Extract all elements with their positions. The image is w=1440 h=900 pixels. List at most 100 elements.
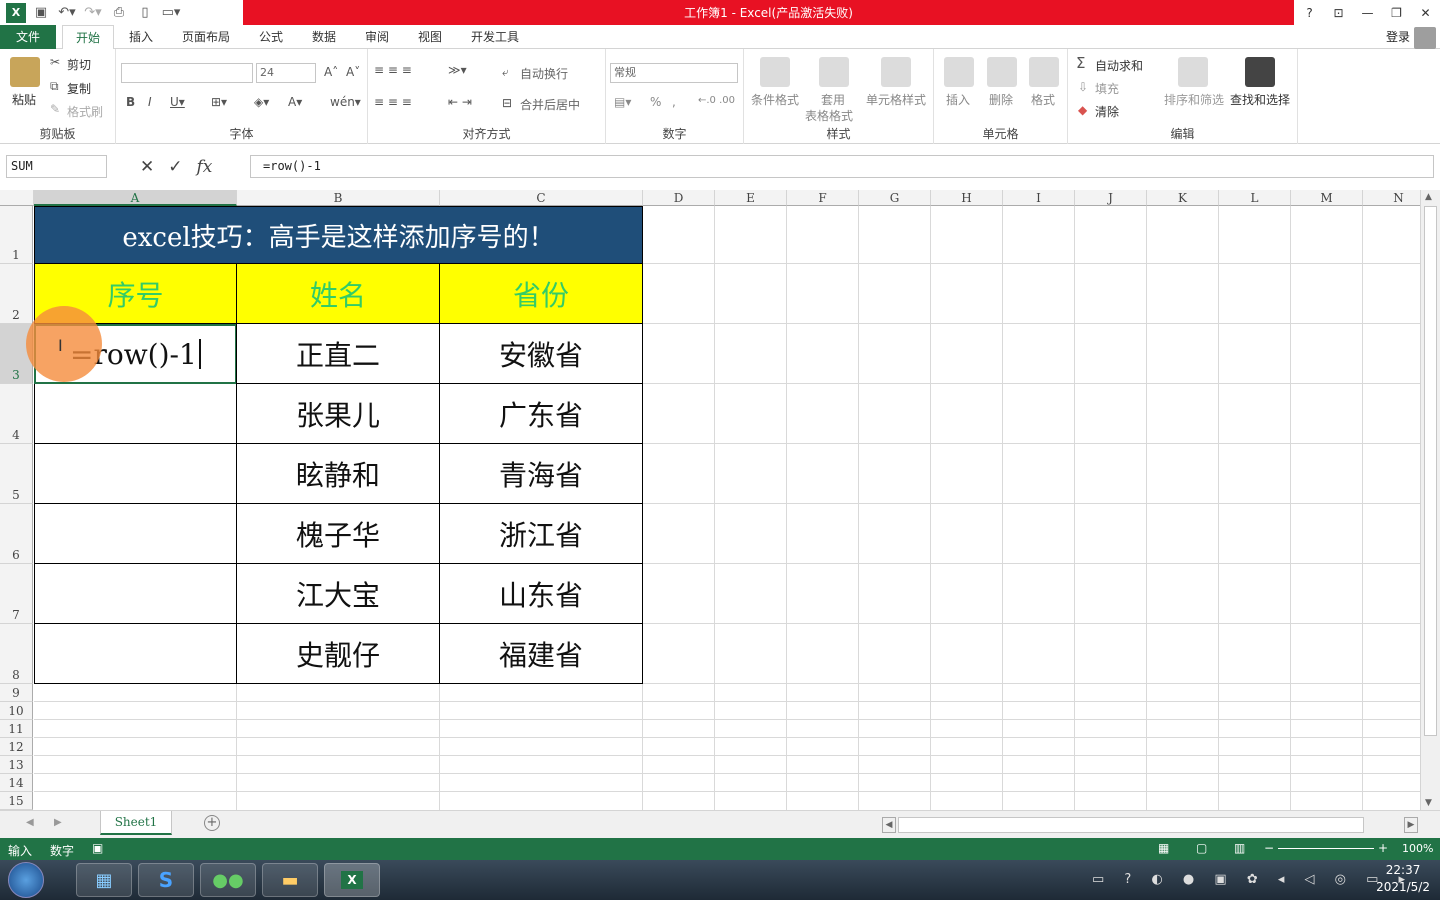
find-select-button[interactable]: 查找和选择 — [1230, 91, 1290, 108]
cancel-icon[interactable]: ✕ — [140, 157, 154, 177]
next-sheet-icon[interactable]: ▶ — [54, 817, 62, 828]
paste-icon[interactable] — [10, 57, 40, 87]
taskbar-explorer[interactable]: ▬ — [262, 863, 318, 897]
taskbar-app-2[interactable]: S — [138, 863, 194, 897]
column-header-i[interactable]: I — [1003, 190, 1075, 206]
cell-a8[interactable] — [34, 624, 237, 684]
border-icon[interactable]: ⊞▾ — [211, 95, 227, 109]
wrap-text-button[interactable]: 自动换行 — [520, 65, 568, 82]
page-layout-view-icon[interactable]: ▢ — [1196, 841, 1207, 855]
tab-review[interactable]: 审阅 — [360, 25, 394, 49]
paste-button[interactable]: 粘贴 — [12, 91, 36, 108]
fill-button[interactable]: 填充 — [1095, 80, 1119, 97]
copy-button[interactable]: 复制 — [67, 80, 91, 97]
formula-input[interactable]: =row()-1 — [250, 155, 1434, 178]
bold-icon[interactable]: B — [126, 95, 135, 109]
sort-filter-button[interactable]: 排序和筛选 — [1164, 91, 1224, 108]
tab-insert[interactable]: 插入 — [124, 25, 158, 49]
name-box[interactable]: SUM — [6, 155, 107, 178]
avatar[interactable] — [1414, 27, 1436, 49]
row-header-9[interactable]: 9 — [0, 684, 33, 702]
currency-icon[interactable]: ▤▾ — [614, 95, 631, 109]
hscroll-left-icon[interactable]: ◀ — [882, 817, 896, 833]
name-cell[interactable]: 江大宝 — [236, 563, 440, 624]
column-header-d[interactable]: D — [643, 190, 715, 206]
cell-a7[interactable] — [34, 564, 237, 624]
cell-a6[interactable] — [34, 504, 237, 564]
column-header-l[interactable]: L — [1219, 190, 1291, 206]
align-top-icon[interactable]: ≡ ≡ ≡ — [374, 63, 412, 77]
enter-icon[interactable]: ✓ — [168, 157, 182, 177]
conditional-format-button[interactable]: 条件格式 — [751, 91, 799, 108]
taskbar-wechat[interactable]: ●● — [200, 863, 256, 897]
new-file-icon[interactable]: ▯ — [134, 2, 156, 24]
tab-data[interactable]: 数据 — [307, 25, 341, 49]
zoom-level[interactable]: 100% — [1402, 842, 1433, 855]
cell-a4[interactable] — [34, 384, 237, 444]
province-cell[interactable]: 福建省 — [439, 623, 643, 684]
row-header-10[interactable]: 10 — [0, 702, 33, 720]
tab-home[interactable]: 开始 — [62, 25, 114, 50]
minimize-button[interactable]: — — [1353, 0, 1382, 25]
add-sheet-icon[interactable]: + — [204, 815, 220, 831]
row-header-11[interactable]: 11 — [0, 720, 33, 738]
tab-formulas[interactable]: 公式 — [254, 25, 288, 49]
table-title[interactable]: excel技巧：高手是这样添加序号的！ — [34, 206, 643, 264]
insert-cells-button[interactable]: 插入 — [946, 91, 970, 108]
percent-icon[interactable]: % — [650, 95, 661, 109]
column-header-m[interactable]: M — [1291, 190, 1363, 206]
zoom-out-icon[interactable]: − — [1264, 841, 1274, 855]
italic-icon[interactable]: I — [148, 95, 152, 109]
row-header-8[interactable]: 8 — [0, 624, 33, 684]
row-header-7[interactable]: 7 — [0, 564, 33, 624]
orientation-icon[interactable]: ≫▾ — [448, 63, 467, 77]
font-size-combo[interactable]: 24 — [256, 63, 316, 83]
column-header-g[interactable]: G — [859, 190, 931, 206]
column-header-j[interactable]: J — [1075, 190, 1147, 206]
clock[interactable]: 22:37 2021/5/2 — [1376, 862, 1430, 896]
tab-developer[interactable]: 开发工具 — [466, 25, 524, 49]
hscroll-right-icon[interactable]: ▶ — [1404, 817, 1418, 833]
column-header-n[interactable]: N — [1363, 190, 1420, 206]
restore-button[interactable]: ❐ — [1382, 0, 1411, 25]
save-icon[interactable]: ▣ — [30, 2, 52, 24]
macro-record-icon[interactable]: ▣ — [92, 841, 103, 855]
delete-cells-button[interactable]: 删除 — [989, 91, 1013, 108]
scroll-down-icon[interactable]: ▼ — [1425, 798, 1432, 808]
name-cell[interactable]: 槐子华 — [236, 503, 440, 564]
column-header-e[interactable]: E — [715, 190, 787, 206]
sheet-tab-sheet1[interactable]: Sheet1 — [100, 811, 172, 835]
province-cell[interactable]: 广东省 — [439, 383, 643, 444]
open-icon[interactable]: ▭▾ — [160, 2, 182, 24]
column-header-a[interactable]: A — [34, 190, 237, 206]
tab-page-layout[interactable]: 页面布局 — [176, 25, 236, 49]
close-button[interactable]: ✕ — [1411, 0, 1440, 25]
shrink-font-icon[interactable]: A˅ — [346, 65, 360, 79]
row-header-14[interactable]: 14 — [0, 774, 33, 792]
province-cell[interactable]: 安徽省 — [439, 323, 643, 384]
cut-button[interactable]: 剪切 — [67, 56, 91, 73]
scroll-up-icon[interactable]: ▲ — [1425, 192, 1432, 202]
zoom-slider[interactable] — [1278, 848, 1374, 849]
merge-center-button[interactable]: 合并后居中 — [520, 96, 580, 113]
clear-button[interactable]: 清除 — [1095, 103, 1119, 120]
name-cell[interactable]: 眩静和 — [236, 443, 440, 504]
row-header-13[interactable]: 13 — [0, 756, 33, 774]
horizontal-scrollbar-thumb[interactable] — [898, 817, 1364, 833]
zoom-in-icon[interactable]: + — [1378, 841, 1388, 855]
name-cell[interactable]: 正直二 — [236, 323, 440, 384]
column-header-b[interactable]: B — [237, 190, 440, 206]
format-painter-button[interactable]: 格式刷 — [67, 103, 103, 120]
province-cell[interactable]: 青海省 — [439, 443, 643, 504]
indent-icon[interactable]: ⇤ ⇥ — [448, 95, 472, 109]
scroll-thumb[interactable] — [1424, 206, 1437, 736]
taskbar-excel[interactable]: X — [324, 863, 380, 897]
column-header-f[interactable]: F — [787, 190, 859, 206]
font-color-icon[interactable]: A▾ — [288, 95, 302, 109]
row-header-2[interactable]: 2 — [0, 264, 33, 324]
row-header-6[interactable]: 6 — [0, 504, 33, 564]
worksheet-grid[interactable]: A B C D E F G H I J K L M N 1 2 3 4 5 6 … — [0, 190, 1420, 810]
normal-view-icon[interactable]: ▦ — [1158, 841, 1169, 855]
undo-icon[interactable]: ↶▾ — [56, 2, 78, 24]
underline-icon[interactable]: U▾ — [170, 95, 185, 109]
